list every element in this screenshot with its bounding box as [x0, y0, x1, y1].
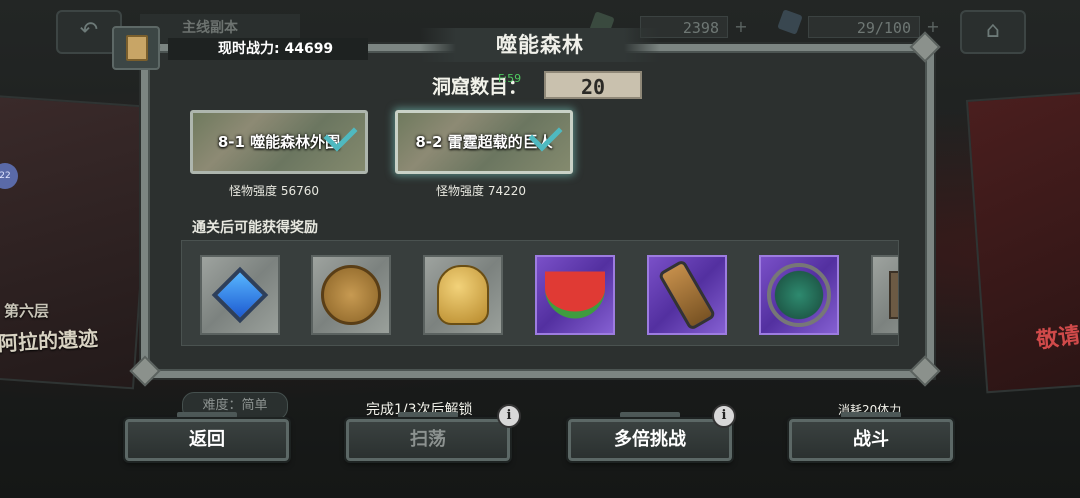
cave-count-value: 20 — [544, 71, 642, 99]
return-button[interactable]: 返回 — [125, 419, 289, 461]
background-coming-soon-label: 敬请 — [1034, 323, 1080, 354]
reward-item[interactable] — [759, 255, 839, 335]
reward-item[interactable] — [535, 255, 615, 335]
stage-label: 8-1 噬能森林外围 — [217, 133, 341, 151]
stage-monster-power: 怪物强度 56760 — [229, 184, 319, 198]
reward-item[interactable] — [311, 255, 391, 335]
sweep-info-icon[interactable]: i — [497, 404, 521, 428]
reward-item[interactable] — [647, 255, 727, 335]
button-cap — [620, 412, 680, 418]
battle-button[interactable]: 战斗 — [789, 419, 953, 461]
panel-title: 噬能森林 — [420, 28, 660, 62]
notebook-icon[interactable] — [112, 26, 160, 70]
multi-info-icon[interactable]: i — [712, 404, 736, 428]
fan-wheel-icon — [767, 263, 831, 327]
current-power-label: 现时战力: 44699 — [168, 38, 368, 60]
rewards-label: 通关后可能获得奖励 — [192, 220, 318, 236]
stage-card-8-1[interactable]: 8-1 噬能森林外围 — [190, 110, 368, 174]
button-cap — [841, 412, 901, 418]
watermelon-icon — [545, 271, 605, 319]
sweep-button[interactable]: 扫荡 — [346, 419, 510, 461]
golden-skull-icon — [437, 265, 489, 325]
background-ruins-label: 阿拉的遗迹 — [0, 326, 99, 356]
multi-challenge-button[interactable]: 多倍挑战 — [568, 419, 732, 461]
background-floor-label: 第六层 — [4, 302, 50, 320]
reward-item[interactable] — [200, 255, 280, 335]
rewards-strip[interactable] — [181, 240, 899, 346]
bronze-coin-icon — [321, 265, 381, 325]
add-resource-1-button[interactable]: + — [732, 18, 750, 36]
button-cap — [398, 412, 458, 418]
reward-item[interactable] — [871, 255, 898, 335]
tube-canister-icon — [657, 258, 717, 332]
debug-overlay-number: F:59 — [498, 72, 522, 85]
stage-card-8-2[interactable]: 8-2 雷霆超载的巨人 — [395, 110, 573, 174]
crate-icon — [889, 271, 898, 319]
blue-gem-icon — [211, 266, 269, 324]
stage-monster-power: 怪物强度 74220 — [436, 184, 526, 198]
button-cap — [177, 412, 237, 418]
stamina-counter: 29/100 — [808, 16, 920, 38]
home-icon[interactable]: ⌂ — [960, 10, 1026, 54]
reward-item[interactable] — [423, 255, 503, 335]
